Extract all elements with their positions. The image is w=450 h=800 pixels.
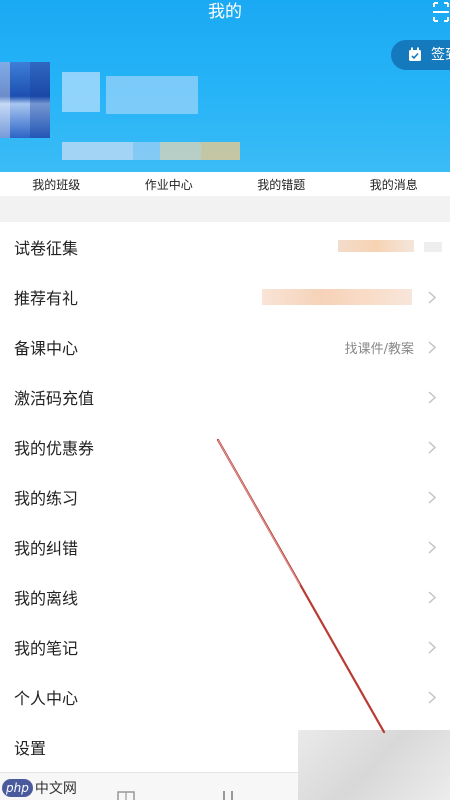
menu-item-lesson-prep[interactable]: 备课中心 找课件/教案 xyxy=(0,322,450,372)
page-title: 我的 xyxy=(208,2,242,22)
chart-icon[interactable] xyxy=(218,790,238,800)
chevron-right-icon xyxy=(428,591,436,604)
menu-item-label: 激活码充值 xyxy=(14,389,95,408)
chevron-right-icon xyxy=(428,391,436,404)
menu-item-label: 我的离线 xyxy=(14,589,79,608)
tab-wrong-questions[interactable]: 我的错题 xyxy=(225,176,338,193)
menu-item-corrections[interactable]: 我的纠错 xyxy=(0,522,450,572)
menu-item-label: 我的纠错 xyxy=(14,539,79,558)
chevron-right-icon xyxy=(428,691,436,704)
menu-item-referral[interactable]: 推荐有礼 xyxy=(0,272,450,322)
profile-header: 我的 签到 xyxy=(0,0,450,172)
book-icon[interactable] xyxy=(116,790,136,800)
menu-item-personal-center[interactable]: 个人中心 xyxy=(0,672,450,722)
chevron-right-icon xyxy=(428,541,436,554)
chevron-right-icon xyxy=(428,641,436,654)
chevron-right-icon xyxy=(428,491,436,504)
quick-tabs: 我的班级 作业中心 我的错题 我的消息 xyxy=(0,172,450,196)
checkin-button[interactable]: 签到 xyxy=(391,40,450,70)
menu-item-practice[interactable]: 我的练习 xyxy=(0,472,450,522)
redacted-value xyxy=(262,289,412,305)
chevron-right-icon xyxy=(428,341,436,354)
avatar[interactable] xyxy=(0,62,50,138)
menu-item-paper-collection[interactable]: 试卷征集 xyxy=(0,222,450,272)
menu-item-label: 试卷征集 xyxy=(14,239,79,258)
watermark-text: 中文网 xyxy=(34,781,77,797)
menu-item-label: 推荐有礼 xyxy=(14,289,79,308)
redacted-value-2 xyxy=(424,242,442,252)
menu-item-offline[interactable]: 我的离线 xyxy=(0,572,450,622)
tab-my-class[interactable]: 我的班级 xyxy=(0,176,113,193)
user-info-redacted xyxy=(62,142,240,160)
menu-item-label: 个人中心 xyxy=(14,689,79,708)
menu-list: 试卷征集 推荐有礼 备课中心 找课件/教案 激活码充值 我的优惠券 我的练习 我… xyxy=(0,222,450,772)
username-redacted-2 xyxy=(106,76,198,114)
menu-item-label: 我的练习 xyxy=(14,489,79,508)
tab-my-messages[interactable]: 我的消息 xyxy=(338,176,450,193)
calendar-check-icon xyxy=(409,47,421,61)
watermark-badge: php xyxy=(2,779,33,797)
menu-item-notes[interactable]: 我的笔记 xyxy=(0,622,450,672)
menu-item-coupons[interactable]: 我的优惠券 xyxy=(0,422,450,472)
username-redacted xyxy=(62,72,100,112)
site-watermark: php 中文网 xyxy=(2,778,77,798)
chevron-right-icon xyxy=(428,441,436,454)
tab-homework-center[interactable]: 作业中心 xyxy=(113,176,226,193)
checkin-label: 签到 xyxy=(431,47,450,63)
redacted-watermark-area xyxy=(298,730,450,800)
menu-item-value: 找课件/教案 xyxy=(344,341,414,357)
menu-item-label: 设置 xyxy=(14,739,47,758)
redacted-value xyxy=(338,240,414,252)
menu-item-label: 备课中心 xyxy=(14,339,79,358)
menu-item-label: 我的优惠券 xyxy=(14,439,95,458)
menu-item-activation-code[interactable]: 激活码充值 xyxy=(0,372,450,422)
menu-item-label: 我的笔记 xyxy=(14,639,79,658)
chevron-right-icon xyxy=(428,291,436,304)
scan-icon[interactable] xyxy=(432,2,450,22)
